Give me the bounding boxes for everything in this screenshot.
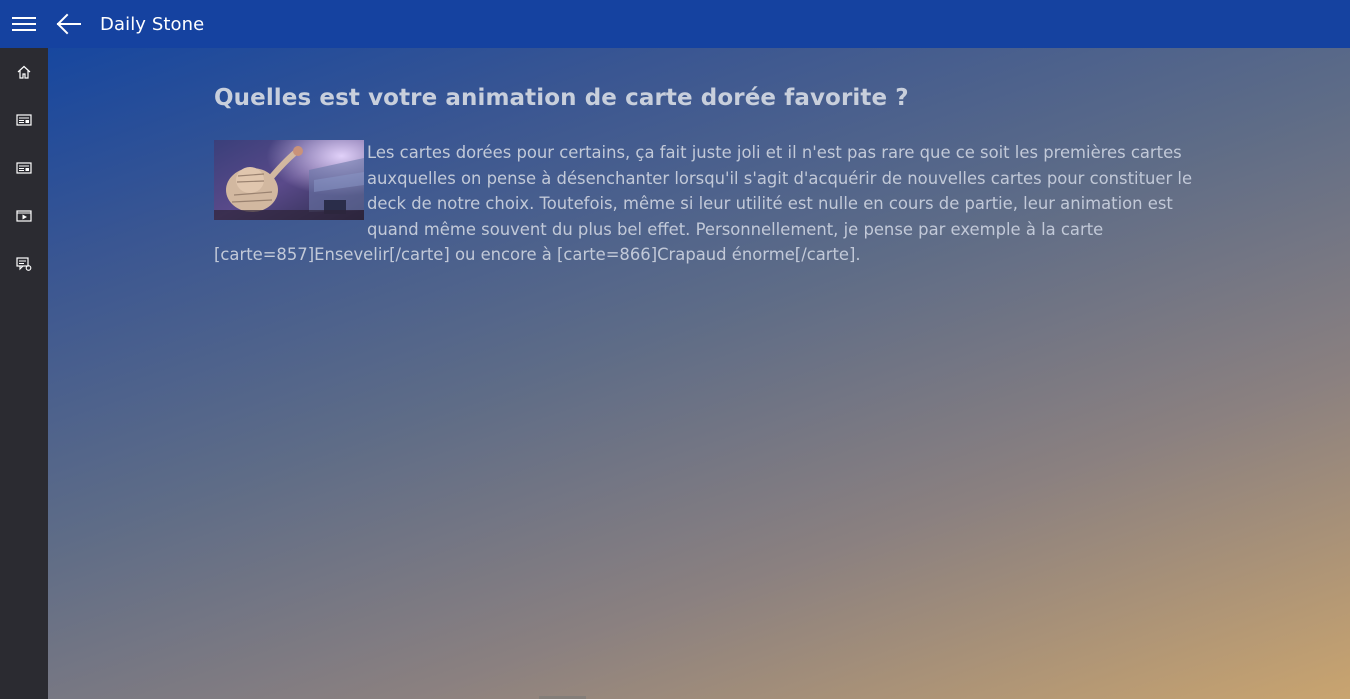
back-button[interactable] — [48, 0, 88, 48]
top-bar: Daily Stone — [0, 0, 1350, 48]
sidebar-item-videos[interactable] — [0, 192, 48, 240]
back-arrow-icon — [56, 13, 81, 35]
app-title: Daily Stone — [100, 13, 205, 35]
sidebar-nav — [0, 48, 48, 699]
hamburger-icon — [12, 17, 36, 31]
sidebar-item-articles[interactable] — [0, 144, 48, 192]
sidebar-item-news[interactable] — [0, 96, 48, 144]
menu-button[interactable] — [0, 0, 48, 48]
home-icon — [17, 65, 31, 79]
sidebar-item-forum[interactable] — [0, 240, 48, 288]
main-content: Quelles est votre animation de carte dor… — [48, 48, 1350, 699]
app-window: Daily Stone Quelles est votre animation … — [0, 0, 1350, 699]
article: Quelles est votre animation de carte dor… — [214, 85, 1214, 268]
video-icon — [16, 210, 32, 222]
news-icon — [16, 114, 32, 126]
articles-icon — [16, 162, 32, 174]
article-thumbnail-image — [214, 140, 364, 220]
article-body-container: Les cartes dorées pour certains, ça fait… — [214, 140, 1214, 268]
sidebar-item-home[interactable] — [0, 48, 48, 96]
forum-icon — [16, 257, 32, 271]
article-title: Quelles est votre animation de carte dor… — [214, 85, 909, 111]
